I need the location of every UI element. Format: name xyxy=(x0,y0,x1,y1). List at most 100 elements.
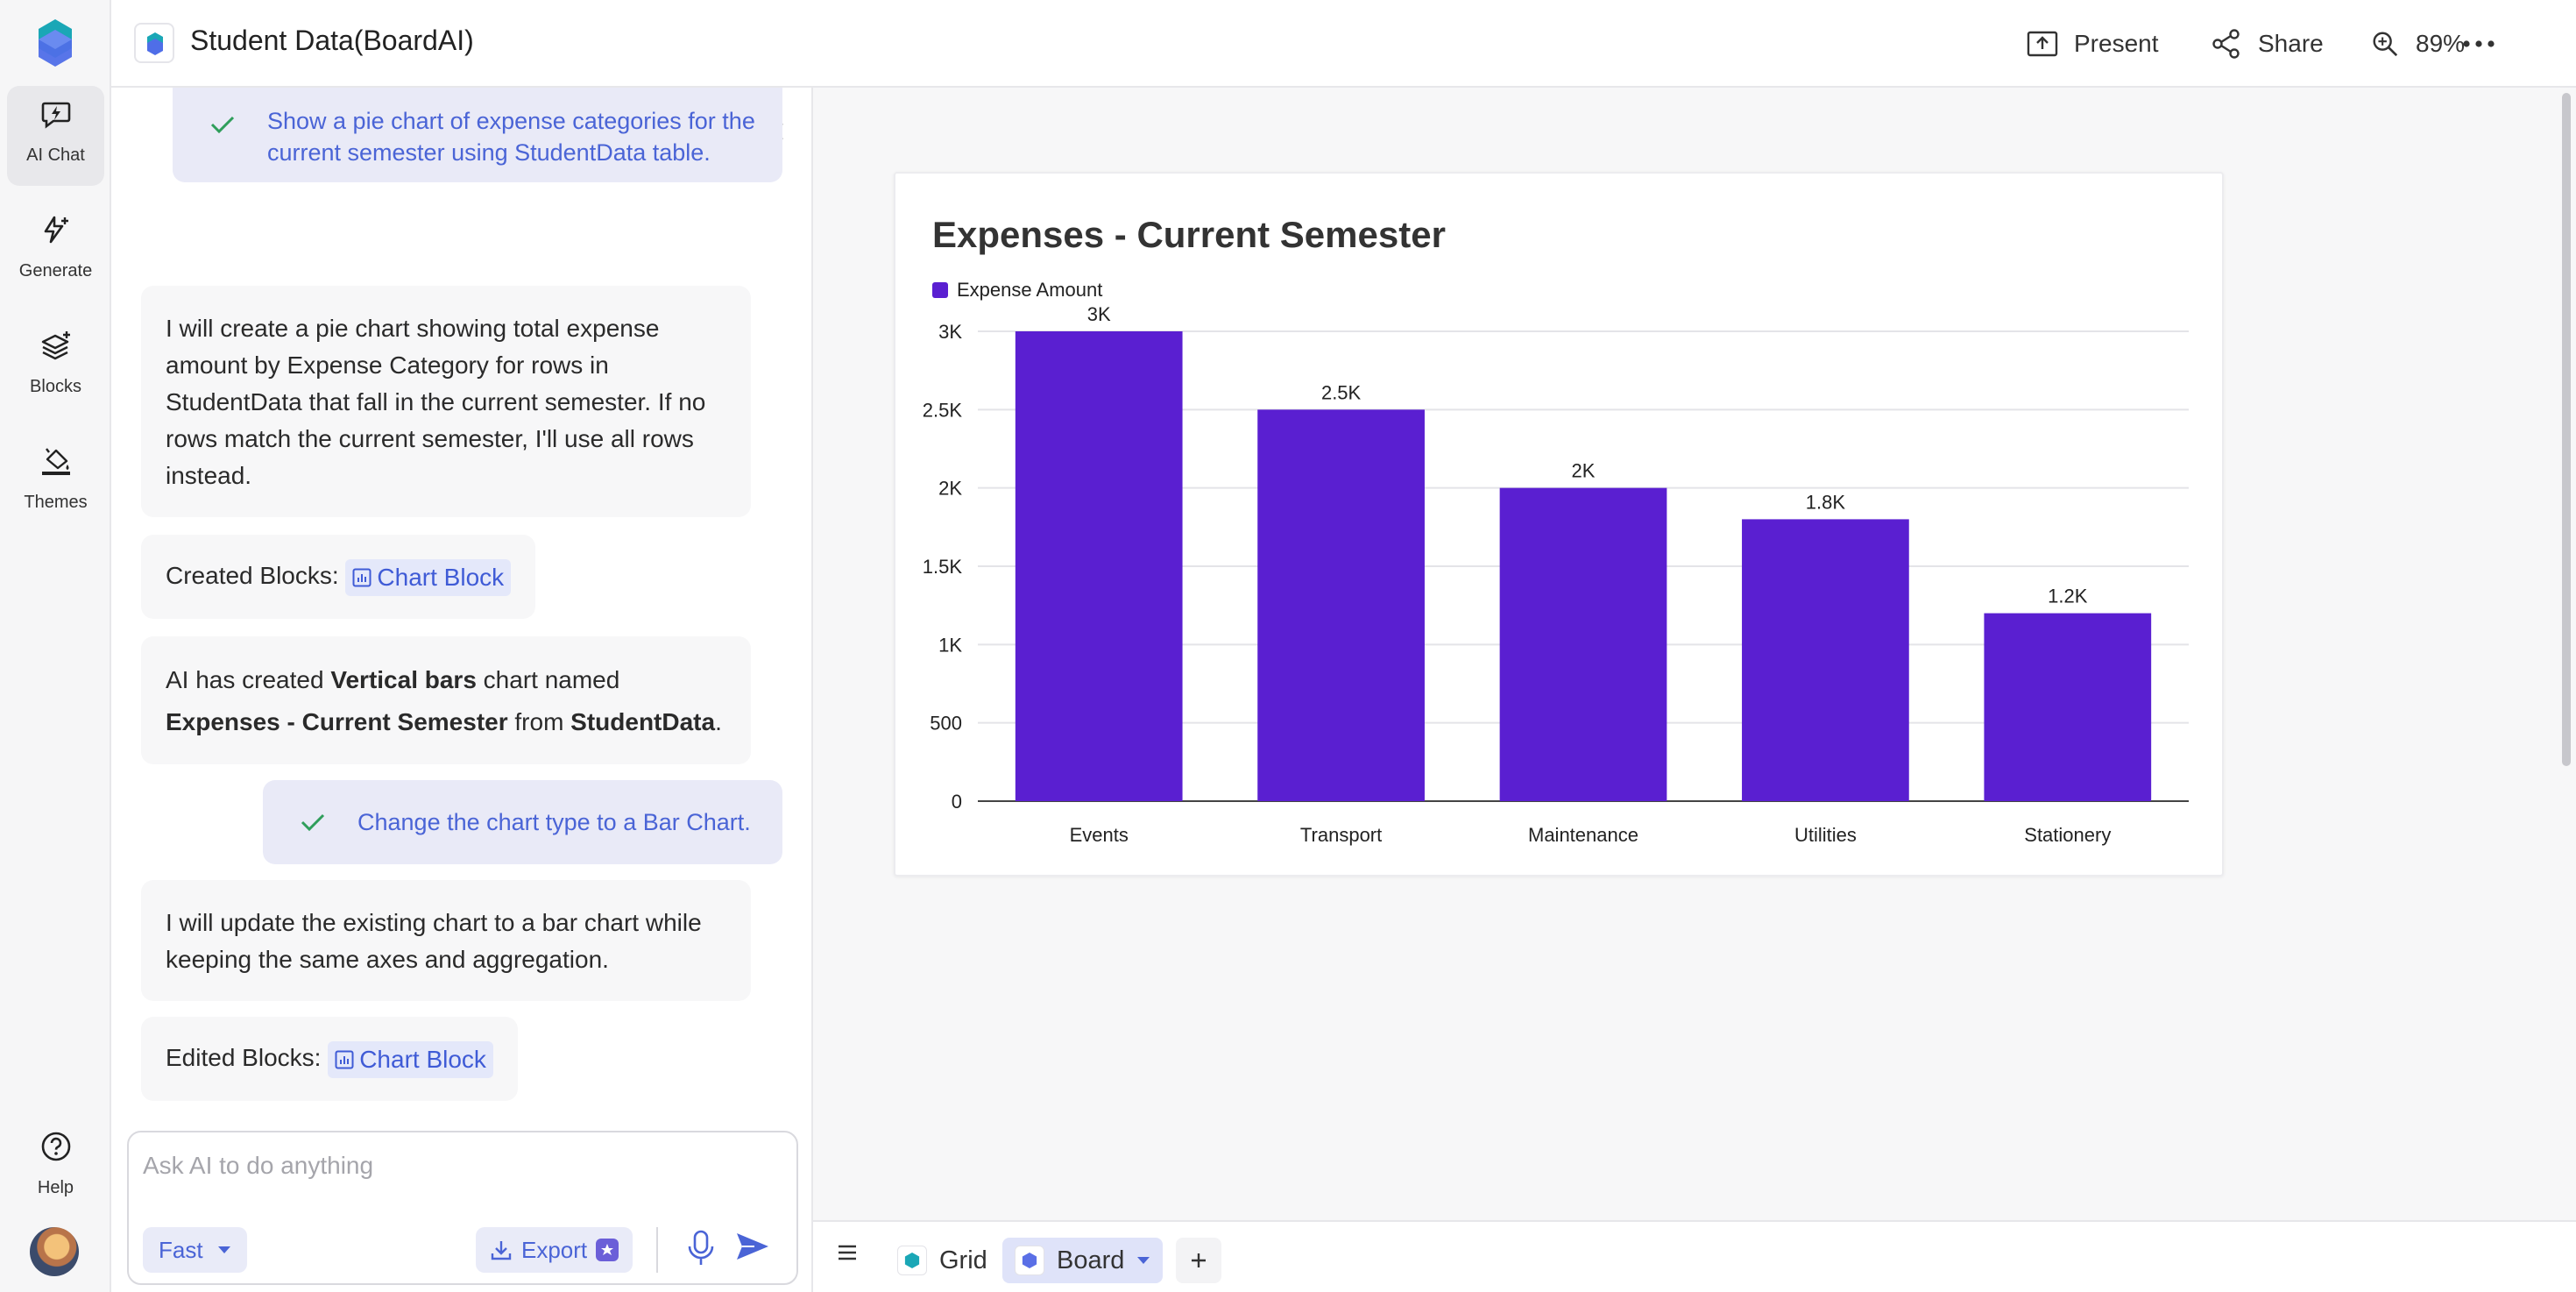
chip-label: Chart Block xyxy=(359,1045,486,1073)
chart-type-name: Vertical bars xyxy=(330,666,477,693)
ai-chat-icon xyxy=(41,102,71,129)
mode-label: Fast xyxy=(159,1236,203,1263)
rail-item-help[interactable]: Help xyxy=(7,1118,104,1218)
export-label: Export xyxy=(521,1236,588,1263)
blocks-prefix: Created Blocks: xyxy=(166,562,339,589)
user-message-text: Show a pie chart of expense categories f… xyxy=(267,108,755,166)
document-title[interactable]: Student Data(BoardAI) xyxy=(190,25,474,57)
data-label: 1.2K xyxy=(2048,586,2088,607)
caret-down-icon xyxy=(217,1246,230,1253)
y-tick-label: 500 xyxy=(930,713,962,735)
y-tick-label: 3K xyxy=(938,321,962,343)
user-message-text: Change the chart type to a Bar Chart. xyxy=(357,809,751,835)
board-view-icon xyxy=(1015,1246,1044,1275)
share-button[interactable]: Share xyxy=(2211,21,2324,67)
plus-icon xyxy=(1192,1253,1206,1267)
share-label: Share xyxy=(2258,30,2324,57)
present-icon xyxy=(2027,31,2058,57)
ai-chat-panel: Show a pie chart of expense categories f… xyxy=(111,88,813,1292)
share-icon xyxy=(2212,29,2240,59)
y-tick-label: 2K xyxy=(938,478,962,500)
chart-block-icon xyxy=(352,568,372,587)
chat-input[interactable] xyxy=(143,1146,782,1185)
board-canvas[interactable]: Expenses - Current Semester Expense Amou… xyxy=(813,88,2576,1220)
x-tick-label: Utilities xyxy=(1794,824,1857,846)
ai-message-text: I will update the existing chart to a ba… xyxy=(166,909,702,973)
add-view-button[interactable] xyxy=(1176,1238,1221,1283)
chart-block-chip[interactable]: Chart Block xyxy=(345,558,512,596)
user-message: Show a pie chart of expense categories f… xyxy=(173,88,782,182)
rail-item-blocks[interactable]: Blocks xyxy=(7,317,104,417)
check-icon xyxy=(301,813,325,832)
bar xyxy=(1015,331,1183,801)
grid-view-icon xyxy=(897,1246,927,1275)
caret-down-icon[interactable] xyxy=(1136,1256,1150,1265)
x-tick-label: Events xyxy=(1070,824,1129,846)
tab-grid[interactable]: Grid xyxy=(885,1238,1000,1283)
tab-board[interactable]: Board xyxy=(1002,1238,1164,1283)
chart-block-icon xyxy=(335,1050,354,1069)
y-tick-label: 2.5K xyxy=(923,399,963,421)
themes-icon xyxy=(42,448,70,475)
chat-composer: Fast Export xyxy=(127,1131,798,1285)
avatar[interactable] xyxy=(30,1227,79,1276)
check-icon xyxy=(210,116,235,134)
present-label: Present xyxy=(2074,30,2159,57)
premium-badge-icon xyxy=(596,1239,619,1261)
microphone-icon[interactable] xyxy=(686,1229,716,1267)
bar xyxy=(1984,613,2152,801)
blocks-icon xyxy=(41,331,70,360)
left-rail: AI Chat Generate Blocks Themes Help xyxy=(0,0,111,1292)
menu-icon[interactable] xyxy=(836,1243,859,1262)
present-button[interactable]: Present xyxy=(2027,21,2159,67)
rail-item-label: Themes xyxy=(24,493,88,512)
ai-text: . xyxy=(715,708,722,735)
tab-label: Board xyxy=(1057,1246,1125,1274)
zoom-icon xyxy=(2373,32,2398,57)
rail-item-label: Help xyxy=(37,1178,74,1197)
bottom-bar: Grid Board xyxy=(813,1220,2576,1292)
rail-item-label: Blocks xyxy=(30,377,81,396)
mode-dropdown[interactable]: Fast xyxy=(143,1227,247,1273)
top-bar: Student Data(BoardAI) Present Share 89% xyxy=(111,0,2576,88)
y-tick-label: 1.5K xyxy=(923,556,963,578)
generate-icon xyxy=(44,216,68,244)
data-label: 2.5K xyxy=(1321,381,1362,403)
bar xyxy=(1742,519,1909,801)
ai-message: I will create a pie chart showing total … xyxy=(141,286,751,517)
rail-item-label: Generate xyxy=(18,261,93,280)
y-tick-label: 0 xyxy=(952,791,962,813)
ai-message: I will update the existing chart to a ba… xyxy=(141,880,751,1001)
tab-label: Grid xyxy=(939,1246,987,1274)
export-button[interactable]: Export xyxy=(476,1227,633,1273)
app-logo[interactable] xyxy=(37,18,74,68)
rail-item-ai-chat[interactable]: AI Chat xyxy=(7,86,104,186)
ai-blocks-message: Edited Blocks: Chart Block xyxy=(141,1017,518,1101)
more-options-button[interactable] xyxy=(2461,21,2496,67)
rail-item-label: AI Chat xyxy=(26,146,85,165)
table-name: StudentData xyxy=(570,708,716,735)
rail-item-generate[interactable]: Generate xyxy=(7,202,104,302)
data-label: 1.8K xyxy=(1806,491,1846,513)
bar-chart: 0 500 1K 1.5K 2K 2.5K 3K 3K Events 2.5K Transport 2… xyxy=(923,303,2189,846)
y-tick-label: 1K xyxy=(938,634,962,656)
chart-block[interactable]: Expenses - Current Semester Expense Amou… xyxy=(894,172,2224,877)
ai-text: AI has created xyxy=(166,666,331,693)
bar xyxy=(1257,409,1425,801)
rail-item-themes[interactable]: Themes xyxy=(7,433,104,533)
download-icon xyxy=(491,1241,512,1260)
ai-blocks-message: Created Blocks: Chart Block xyxy=(141,535,536,619)
chart-block-chip[interactable]: Chart Block xyxy=(328,1040,493,1078)
help-icon xyxy=(41,1132,71,1161)
document-icon xyxy=(134,23,174,63)
more-horizontal-icon xyxy=(2463,40,2495,47)
x-tick-label: Transport xyxy=(1300,824,1382,846)
data-label: 3K xyxy=(1087,303,1111,325)
blocks-prefix: Edited Blocks: xyxy=(166,1044,322,1071)
send-icon[interactable] xyxy=(735,1231,770,1262)
canvas-scrollbar[interactable] xyxy=(2562,93,2571,766)
ai-text: chart named xyxy=(476,666,620,693)
zoom-button[interactable]: 89% xyxy=(2370,21,2465,67)
user-message: Change the chart type to a Bar Chart. xyxy=(263,780,782,864)
x-tick-label: Stationery xyxy=(2024,824,2111,846)
